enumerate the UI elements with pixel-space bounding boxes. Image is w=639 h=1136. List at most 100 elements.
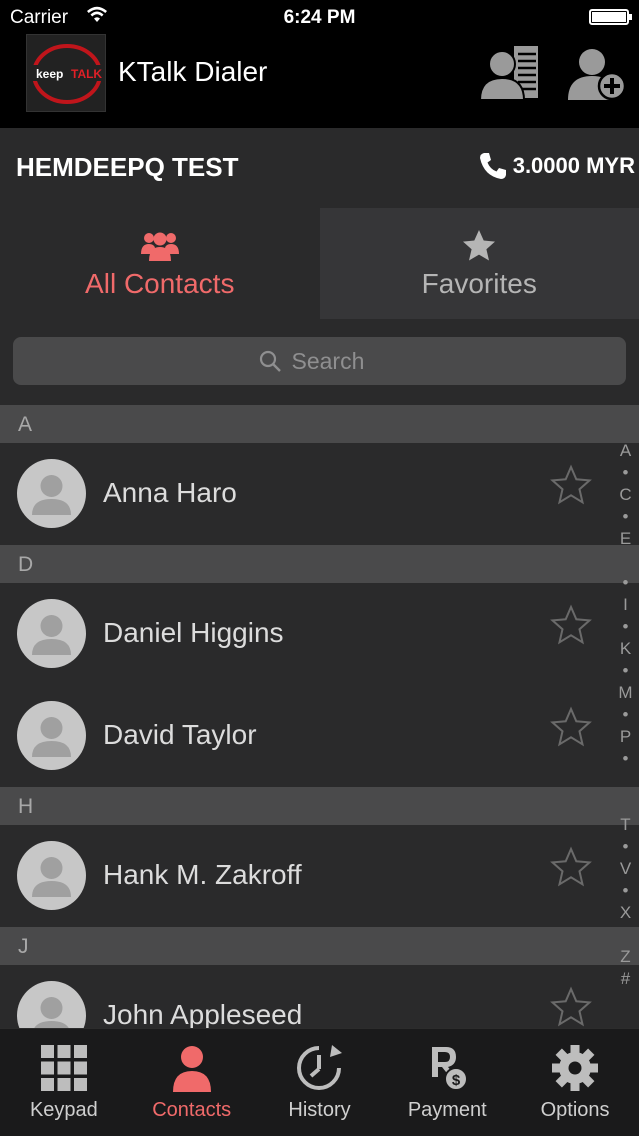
search-input[interactable] <box>291 347 382 375</box>
index-entry[interactable]: T <box>612 814 639 836</box>
contact-name: Anna Haro <box>103 477 237 508</box>
contact-name: John Appleseed <box>103 999 303 1028</box>
contact-row[interactable]: Hank M. Zakroff <box>0 825 639 927</box>
index-entry[interactable]: X <box>612 902 639 924</box>
contact-name: Daniel Higgins <box>103 617 284 648</box>
status-time: 6:24 PM <box>283 7 356 28</box>
tab-all-contacts[interactable]: All Contacts <box>0 208 320 319</box>
person-placeholder-icon <box>32 857 71 897</box>
account-bar: HEMDEEPQ TEST 3.0000 MYR <box>0 128 639 208</box>
tab-history-label: History <box>288 1099 351 1121</box>
index-entry[interactable]: • <box>612 704 639 726</box>
status-bar: Carrier 6:24 PM <box>0 0 639 34</box>
index-entry[interactable] <box>612 550 639 572</box>
keeptalk-logo-icon: keep TALK <box>30 44 104 104</box>
search-icon <box>259 350 281 372</box>
tab-payment-label: Payment <box>407 1099 487 1121</box>
index-entry[interactable]: E <box>612 528 639 550</box>
tab-history[interactable]: History <box>256 1029 384 1136</box>
payment-icon: $ <box>432 1047 469 1091</box>
index-entry[interactable]: M <box>612 682 639 704</box>
search-box[interactable] <box>13 337 626 385</box>
favorite-star-icon[interactable] <box>549 846 593 890</box>
star-icon <box>463 230 496 261</box>
avatar <box>17 981 86 1028</box>
person-placeholder-icon <box>32 717 71 757</box>
section-index-bar[interactable]: A • C • E • I • K • M • P • T • V • X Z # <box>612 440 639 1020</box>
index-entry[interactable]: V <box>612 858 639 880</box>
avatar <box>17 459 86 528</box>
index-entry[interactable] <box>612 770 639 792</box>
favorite-star-icon[interactable] <box>549 464 593 508</box>
app-logo: keep TALK <box>26 34 106 112</box>
index-entry[interactable]: I <box>612 594 639 616</box>
gear-icon <box>552 1045 599 1091</box>
contact-tabs: All Contacts Favorites <box>0 208 639 319</box>
group-icon <box>140 232 179 261</box>
index-entry[interactable]: • <box>612 880 639 902</box>
index-entry[interactable] <box>612 792 639 814</box>
svg-text:keep: keep <box>36 67 63 81</box>
battery-icon <box>589 9 632 25</box>
balance-display: 3.0000 MYR <box>477 150 635 182</box>
favorite-star-icon[interactable] <box>549 986 593 1028</box>
index-entry[interactable]: A <box>612 440 639 462</box>
person-placeholder-icon <box>34 997 69 1028</box>
avatar <box>17 599 86 668</box>
index-entry[interactable]: # <box>612 968 639 990</box>
contacts-icon <box>172 1046 211 1092</box>
phone-icon <box>479 153 506 179</box>
tab-label: All Contacts <box>85 268 235 299</box>
svg-text:$: $ <box>452 1072 461 1089</box>
index-entry[interactable]: • <box>612 836 639 858</box>
avatar <box>17 701 86 770</box>
index-entry[interactable]: C <box>612 484 639 506</box>
tab-keypad-label: Keypad <box>29 1099 98 1121</box>
index-entry[interactable]: P <box>612 726 639 748</box>
tab-options-label: Options <box>540 1099 610 1121</box>
contact-name: David Taylor <box>103 719 257 750</box>
keypad-icon <box>40 1045 87 1091</box>
svg-text:TALK: TALK <box>71 67 102 81</box>
index-entry[interactable] <box>612 924 639 946</box>
contact-row[interactable]: Anna Haro <box>0 443 639 545</box>
tab-contacts[interactable]: Contacts <box>128 1029 256 1136</box>
index-entry[interactable]: • <box>612 616 639 638</box>
index-entry[interactable]: • <box>612 572 639 594</box>
avatar <box>17 841 86 910</box>
account-name: HEMDEEPQ TEST <box>16 152 239 182</box>
app-title: KTalk Dialer <box>118 56 268 87</box>
person-placeholder-icon <box>32 615 71 655</box>
bottom-tab-bar: Keypad Contacts History $ Payment Option… <box>0 1028 639 1136</box>
favorite-star-icon[interactable] <box>549 706 593 750</box>
favorite-star-icon[interactable] <box>549 604 593 648</box>
tab-label: Favorites <box>421 268 537 299</box>
contact-name: Hank M. Zakroff <box>103 859 302 890</box>
contacts-list[interactable]: A Anna Haro D Daniel Higgins David Taylo… <box>0 405 639 1028</box>
history-icon <box>297 1045 343 1090</box>
section-header-j: J <box>0 927 639 965</box>
index-entry[interactable]: K <box>612 638 639 660</box>
index-entry[interactable]: • <box>612 462 639 484</box>
index-entry[interactable]: • <box>612 506 639 528</box>
app-header: keep TALK KTalk Dialer <box>0 34 639 128</box>
contact-row[interactable]: John Appleseed <box>0 965 639 1028</box>
tab-contacts-label: Contacts <box>152 1099 232 1121</box>
index-entry[interactable]: Z <box>612 946 639 968</box>
contact-row[interactable]: Daniel Higgins <box>0 583 639 685</box>
index-entry[interactable]: • <box>612 748 639 770</box>
contact-book-icon[interactable] <box>478 42 540 104</box>
tab-payment[interactable]: $ Payment <box>383 1029 511 1136</box>
tab-options[interactable]: Options <box>511 1029 639 1136</box>
person-placeholder-icon <box>32 475 71 515</box>
section-header-d: D <box>0 545 639 583</box>
index-entry[interactable]: • <box>612 660 639 682</box>
search-container <box>0 319 639 405</box>
section-header-a: A <box>0 405 639 443</box>
add-contact-icon[interactable] <box>566 42 628 104</box>
section-header-h: H <box>0 787 639 825</box>
tab-keypad[interactable]: Keypad <box>0 1029 128 1136</box>
balance-amount: 3.0000 MYR <box>512 153 635 178</box>
contact-row[interactable]: David Taylor <box>0 685 639 787</box>
tab-favorites[interactable]: Favorites <box>319 208 639 319</box>
